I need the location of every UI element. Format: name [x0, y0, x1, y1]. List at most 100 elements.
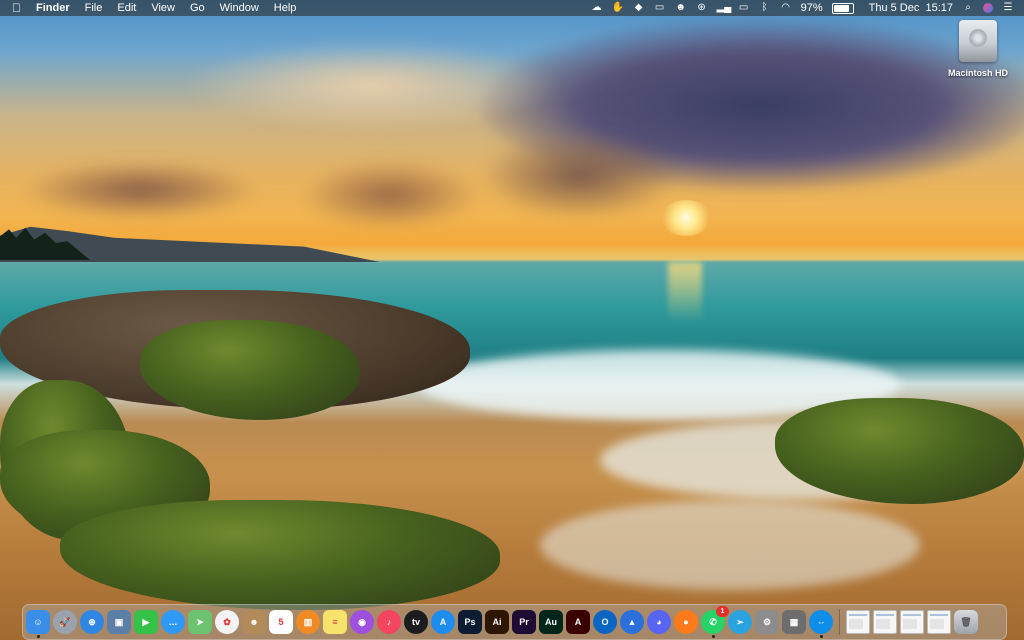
- wifi-icon[interactable]: ◠: [780, 3, 792, 13]
- desktop-wallpaper: [0, 0, 1024, 640]
- macintosh-hd[interactable]: Macintosh HD: [942, 20, 1014, 78]
- telegram-navigator-glyph: ▲: [627, 617, 637, 627]
- acrobat-glyph: A: [574, 617, 582, 627]
- app-menu[interactable]: Finder: [36, 2, 70, 14]
- dock-maps-icon[interactable]: ➤: [188, 610, 212, 634]
- sun-reflection: [668, 262, 702, 322]
- dock-calendar-icon[interactable]: 5: [269, 610, 293, 634]
- podcasts-glyph: ◉: [358, 616, 366, 627]
- dock-calculator-app-icon[interactable]: ▦: [782, 610, 806, 634]
- music-glyph: ♪: [386, 617, 392, 627]
- dock-system-preferences-icon[interactable]: ⚙: [755, 610, 779, 634]
- calendar-glyph: 5: [278, 617, 284, 627]
- audition-glyph: Au: [545, 617, 557, 627]
- dock-podcasts-icon[interactable]: ◉: [350, 610, 374, 634]
- dock-finder-icon[interactable]: ☺: [26, 610, 50, 638]
- battery-icon[interactable]: [831, 2, 854, 14]
- bluetooth-icon[interactable]: ᛒ: [759, 3, 771, 13]
- dock-safari-icon[interactable]: ⊕: [80, 610, 104, 634]
- airplay-icon[interactable]: ▭: [738, 3, 750, 13]
- minimized-window-3[interactable]: [900, 610, 924, 634]
- finder-glyph: ☺: [33, 617, 43, 627]
- dock-premiere-icon[interactable]: Pr: [512, 610, 536, 634]
- hand-icon[interactable]: ✋: [612, 3, 624, 13]
- face-icon[interactable]: ☻: [675, 3, 687, 13]
- menu-go[interactable]: Go: [190, 2, 205, 14]
- running-indicator: [820, 635, 823, 638]
- dock-notes-icon[interactable]: ≡: [323, 610, 347, 634]
- menu-bar:  Finder File Edit View Go Window Help ☁…: [0, 0, 1024, 16]
- dock-apple-tv-icon[interactable]: tv: [404, 610, 428, 634]
- preview-glyph: ▣: [114, 616, 124, 627]
- minimized-window-4[interactable]: [927, 610, 951, 634]
- macintosh-hd-label: Macintosh HD: [947, 68, 1008, 78]
- siri-icon[interactable]: [983, 3, 993, 13]
- dock-preview-icon[interactable]: ▣: [107, 610, 131, 634]
- dock-discord-icon[interactable]: ◕: [647, 610, 671, 634]
- outlook-glyph: O: [601, 617, 609, 627]
- signal-icon[interactable]: ▂▄: [717, 3, 732, 13]
- dock-acrobat-icon[interactable]: A: [566, 610, 590, 634]
- apple-menu-icon[interactable]: : [12, 1, 21, 15]
- dock-music-icon[interactable]: ♪: [377, 610, 401, 634]
- dock-audition-icon[interactable]: Au: [539, 610, 563, 634]
- battery-percent[interactable]: 97%: [801, 2, 823, 14]
- dock-outlook-icon[interactable]: O: [593, 610, 617, 634]
- dropbox-icon[interactable]: ◆: [633, 3, 645, 13]
- messages-glyph: …: [168, 617, 178, 627]
- premiere-glyph: Pr: [519, 617, 529, 627]
- dock-books-icon[interactable]: ▥: [296, 610, 320, 634]
- dock-messages-icon[interactable]: …: [161, 610, 185, 634]
- whatsapp-glyph: ✆: [709, 616, 717, 627]
- apple-tv-glyph: tv: [411, 617, 420, 627]
- menu-edit[interactable]: Edit: [117, 2, 136, 14]
- dock-contacts-icon[interactable]: ☻: [242, 610, 266, 634]
- menu-help[interactable]: Help: [274, 2, 297, 14]
- dock-whatsapp-icon[interactable]: ✆ 1: [701, 606, 729, 638]
- cloud-icon[interactable]: ⊛: [696, 3, 708, 13]
- calculator-app-glyph: ▦: [789, 616, 799, 627]
- creative-cloud-icon[interactable]: ☁: [591, 3, 603, 13]
- notes-glyph: ≡: [332, 617, 338, 627]
- notification-badge: 1: [716, 606, 729, 617]
- illustrator-glyph: Ai: [492, 617, 502, 627]
- mossy-rock: [60, 500, 500, 610]
- screenshot-icon[interactable]: ▭: [654, 3, 666, 13]
- dock-illustrator-icon[interactable]: Ai: [485, 610, 509, 634]
- dock-facetime-icon[interactable]: ▶: [134, 610, 158, 634]
- menu-view[interactable]: View: [151, 2, 175, 14]
- books-glyph: ▥: [303, 616, 313, 627]
- dock-firefox-icon[interactable]: ●: [674, 610, 698, 634]
- photoshop-glyph: Ps: [464, 617, 476, 627]
- menu-window[interactable]: Window: [220, 2, 259, 14]
- dock-photoshop-icon[interactable]: Ps: [458, 610, 482, 634]
- running-indicator: [37, 635, 40, 638]
- dock-app-store-icon[interactable]: A: [431, 610, 455, 634]
- notification-center-icon[interactable]: ☰: [1002, 3, 1014, 13]
- facetime-glyph: ▶: [142, 616, 150, 627]
- dock-telegram-navigator-icon[interactable]: ▲: [620, 610, 644, 634]
- menu-file[interactable]: File: [85, 2, 103, 14]
- minimized-window-1[interactable]: [846, 610, 870, 634]
- dock-teamviewer-icon[interactable]: ⇔: [809, 610, 833, 638]
- running-indicator: [712, 635, 715, 638]
- dock-photos-icon[interactable]: ✿: [215, 610, 239, 634]
- sun: [660, 200, 712, 236]
- discord-glyph: ◕: [656, 617, 662, 627]
- contacts-glyph: ☻: [249, 617, 259, 627]
- dock-launchpad-icon[interactable]: 🚀: [53, 610, 77, 634]
- maps-glyph: ➤: [196, 616, 204, 627]
- spotlight-search-icon[interactable]: ⌕: [962, 3, 974, 13]
- clock[interactable]: Thu 5 Dec 15:17: [869, 2, 953, 14]
- minimized-window-2[interactable]: [873, 610, 897, 634]
- app-store-glyph: A: [439, 617, 447, 627]
- dock-separator: [839, 609, 840, 635]
- trash-icon[interactable]: 🗑: [954, 610, 978, 634]
- firefox-glyph: ●: [683, 617, 689, 627]
- trash-glyph: 🗑: [960, 616, 972, 627]
- hard-drive-icon: [959, 20, 997, 62]
- launchpad-glyph: 🚀: [59, 616, 71, 627]
- dock-telegram-icon[interactable]: ➣: [728, 610, 752, 634]
- photos-glyph: ✿: [223, 616, 231, 627]
- telegram-glyph: ➣: [736, 616, 744, 627]
